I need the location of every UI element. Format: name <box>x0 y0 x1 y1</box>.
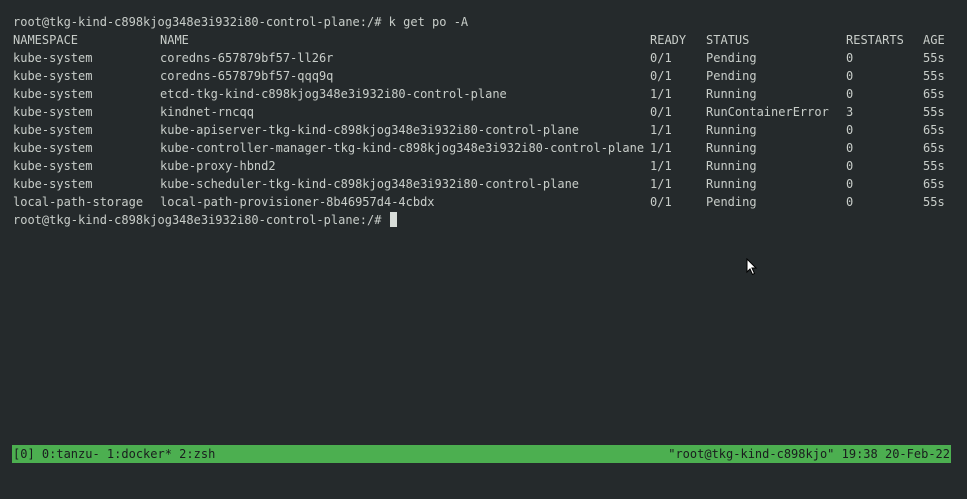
cell-namespace: local-path-storage <box>13 195 144 209</box>
cell-status: Running <box>706 177 757 191</box>
cell-age: 55s <box>923 195 945 209</box>
cell-status: Running <box>706 123 757 137</box>
table-row: kube-system kube-controller-manager-tkg-… <box>13 139 958 157</box>
mouse-pointer-icon <box>746 258 758 276</box>
cell-age: 55s <box>923 51 945 65</box>
cell-restarts: 3 <box>846 105 854 119</box>
shell-prompt: root@tkg-kind-c898kjog348e3i932i80-contr… <box>13 213 389 227</box>
cell-age: 65s <box>923 87 945 101</box>
cell-restarts: 0 <box>846 69 854 83</box>
cell-ready: 0/1 <box>650 51 672 65</box>
cell-age: 65s <box>923 177 945 191</box>
cell-restarts: 0 <box>846 195 854 209</box>
cell-ready: 1/1 <box>650 141 672 155</box>
cell-namespace: kube-system <box>13 177 93 191</box>
cell-name: kube-scheduler-tkg-kind-c898kjog348e3i93… <box>160 177 580 191</box>
cell-status: Running <box>706 159 757 173</box>
cell-ready: 0/1 <box>650 195 672 209</box>
table-row: kube-system kube-scheduler-tkg-kind-c898… <box>13 175 958 193</box>
session-info: "root@tkg-kind-c898kjo" 19:38 20-Feb-22 <box>668 447 950 461</box>
cell-ready: 0/1 <box>650 69 672 83</box>
cell-namespace: kube-system <box>13 51 93 65</box>
table-row: kube-system kube-apiserver-tkg-kind-c898… <box>13 121 958 139</box>
terminal-output[interactable]: root@tkg-kind-c898kjog348e3i932i80-contr… <box>13 13 958 229</box>
header-status: STATUS <box>706 33 750 47</box>
header-restarts: RESTARTS <box>846 33 904 47</box>
table-row: kube-system kube-proxy-hbnd2 1/1 Running… <box>13 157 958 175</box>
header-namespace: NAMESPACE <box>13 33 79 47</box>
cell-age: 55s <box>923 159 945 173</box>
cell-name: etcd-tkg-kind-c898kjog348e3i932i80-contr… <box>160 87 507 101</box>
cell-namespace: kube-system <box>13 69 93 83</box>
cell-name: coredns-657879bf57-qqq9q <box>160 69 334 83</box>
cell-name: kindnet-rncqq <box>160 105 254 119</box>
cell-status: Pending <box>706 69 757 83</box>
cell-status: Pending <box>706 51 757 65</box>
header-ready: READY <box>650 33 687 47</box>
tmux-status-bar: [0] 0:tanzu- 1:docker* 2:zsh "root@tkg-k… <box>12 445 951 463</box>
text-cursor <box>389 212 397 227</box>
cell-name: kube-apiserver-tkg-kind-c898kjog348e3i93… <box>160 123 580 137</box>
cell-status: RunContainerError <box>706 105 829 119</box>
cell-namespace: kube-system <box>13 87 93 101</box>
table-row: kube-system coredns-657879bf57-ll26r 0/1… <box>13 49 958 67</box>
cell-namespace: kube-system <box>13 141 93 155</box>
cell-age: 65s <box>923 141 945 155</box>
table-row: kube-system kindnet-rncqq 0/1 RunContain… <box>13 103 958 121</box>
cell-status: Running <box>706 141 757 155</box>
table-row: kube-system coredns-657879bf57-qqq9q 0/1… <box>13 67 958 85</box>
table-header: NAMESPACE NAME READY STATUS RESTARTS AGE <box>13 31 958 49</box>
cell-ready: 0/1 <box>650 105 672 119</box>
cell-name: coredns-657879bf57-ll26r <box>160 51 334 65</box>
command-line: root@tkg-kind-c898kjog348e3i932i80-contr… <box>13 15 469 29</box>
prompt-line[interactable]: root@tkg-kind-c898kjog348e3i932i80-contr… <box>13 211 958 229</box>
header-age: AGE <box>923 33 945 47</box>
cell-age: 55s <box>923 105 945 119</box>
cell-age: 65s <box>923 123 945 137</box>
cell-namespace: kube-system <box>13 105 93 119</box>
cell-namespace: kube-system <box>13 159 93 173</box>
cell-status: Pending <box>706 195 757 209</box>
cell-restarts: 0 <box>846 51 854 65</box>
cell-restarts: 0 <box>846 141 854 155</box>
cell-restarts: 0 <box>846 177 854 191</box>
cell-ready: 1/1 <box>650 177 672 191</box>
cell-status: Running <box>706 87 757 101</box>
cell-ready: 1/1 <box>650 123 672 137</box>
cell-ready: 1/1 <box>650 87 672 101</box>
table-row: local-path-storage local-path-provisione… <box>13 193 958 211</box>
table-row: kube-system etcd-tkg-kind-c898kjog348e3i… <box>13 85 958 103</box>
cell-name: kube-controller-manager-tkg-kind-c898kjo… <box>160 141 645 155</box>
cell-restarts: 0 <box>846 87 854 101</box>
cell-name: kube-proxy-hbnd2 <box>160 159 276 173</box>
cell-age: 55s <box>923 69 945 83</box>
cell-namespace: kube-system <box>13 123 93 137</box>
cell-restarts: 0 <box>846 123 854 137</box>
header-name: NAME <box>160 33 189 47</box>
cell-ready: 1/1 <box>650 159 672 173</box>
cell-restarts: 0 <box>846 159 854 173</box>
cell-name: local-path-provisioner-8b46957d4-4cbdx <box>160 195 435 209</box>
window-list[interactable]: [0] 0:tanzu- 1:docker* 2:zsh <box>13 445 215 463</box>
